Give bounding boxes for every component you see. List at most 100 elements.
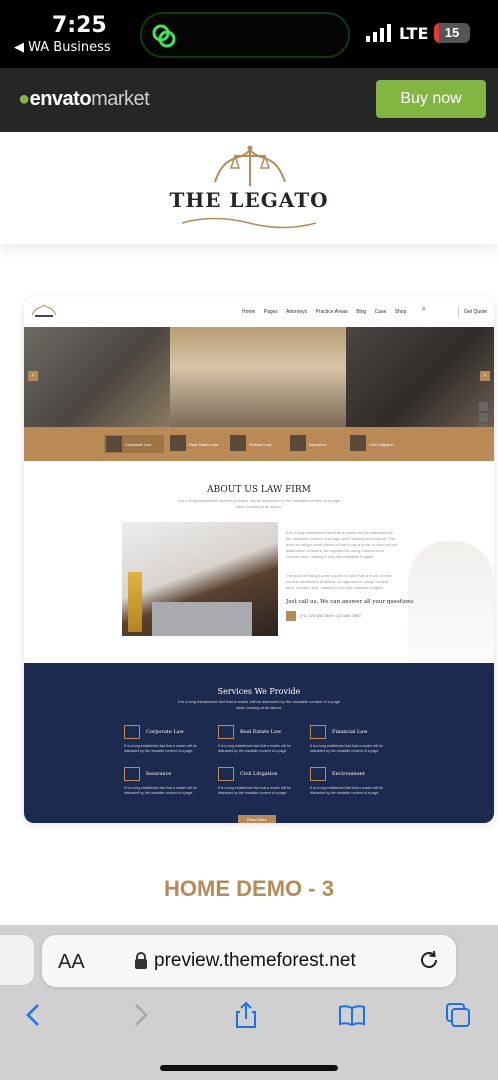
service-title: Real Estate Law <box>240 729 282 735</box>
justice-watermark <box>408 541 494 663</box>
web-page: THE LEGATO Home Pages Attorneys Practice… <box>0 132 498 925</box>
insurance-icon <box>124 767 140 781</box>
preview-menu-pages[interactable]: Pages <box>264 309 278 315</box>
category-label: Insurance <box>309 442 327 447</box>
chevron-right-icon <box>135 1004 148 1026</box>
service-desc: It is a long established fact that a rea… <box>310 786 383 795</box>
preview-quote-button[interactable]: Get Quote <box>458 306 487 318</box>
back-to-app-link[interactable]: ◀ WA Business <box>14 40 111 55</box>
preview-menu-attorneys[interactable]: Attorneys <box>286 309 307 315</box>
about-phone-number[interactable]: (+1) 123 456 7890 / 123 456 7890 <box>300 613 361 618</box>
reload-icon[interactable] <box>418 949 440 971</box>
service-title: Corporate Law <box>146 729 184 735</box>
about-paragraph: It is a long established fact that a rea… <box>286 530 397 559</box>
home-indicator[interactable] <box>160 1065 338 1071</box>
service-desc: It is a long established fact that a rea… <box>218 744 291 753</box>
bottom-toolbar <box>0 995 498 1039</box>
signal-icon <box>366 24 391 42</box>
hero-panel-gavel <box>346 327 494 427</box>
environment-icon <box>310 767 326 781</box>
service-title: Financial Law <box>332 729 368 735</box>
theme-preview-card[interactable]: Home Pages Attorneys Practice Areas Blog… <box>24 297 494 823</box>
url-domain[interactable]: preview.themeforest.net <box>154 950 356 972</box>
hero-panel-scales <box>24 327 170 427</box>
services-subtitle: It is a long established fact that a rea… <box>177 699 341 710</box>
category-thumb <box>290 435 306 451</box>
share-icon <box>236 1001 256 1028</box>
brand-header: THE LEGATO <box>0 132 498 244</box>
flourish-ornament <box>181 217 317 229</box>
envato-logo[interactable]: ●envatomarket <box>18 88 150 111</box>
service-desc: It is a long established fact that a rea… <box>124 744 197 753</box>
preview-search-icon[interactable]: ⌕ <box>422 306 426 314</box>
read-more-button[interactable]: Read More <box>238 815 276 823</box>
category-item[interactable]: Corporate Law <box>104 435 164 453</box>
envato-logo-bold: envato <box>29 88 92 110</box>
about-title: ABOUT US LAW FIRM <box>207 485 311 495</box>
justice-statue <box>128 572 142 632</box>
service-title: Environment <box>332 771 365 777</box>
category-thumb <box>230 435 246 451</box>
real-estate-icon <box>218 725 234 739</box>
preview-menu-home[interactable]: Home <box>242 309 255 315</box>
back-button[interactable] <box>16 995 52 1035</box>
share-button[interactable] <box>228 995 264 1035</box>
bookmarks-button[interactable] <box>334 995 370 1035</box>
category-thumb <box>350 435 366 451</box>
about-subtitle: It is a long established fact that a rea… <box>177 498 341 509</box>
preview-menu-blog[interactable]: Blog <box>356 309 366 315</box>
buy-now-button[interactable]: Buy now <box>376 80 486 118</box>
category-strip: Corporate Law Real Estate Law Finance La… <box>24 427 494 461</box>
preview-menu-case[interactable]: Case <box>375 309 387 315</box>
chevron-left-icon <box>26 1004 39 1026</box>
service-title: Insurance <box>146 771 172 777</box>
lock-icon <box>135 952 147 969</box>
financial-law-icon <box>310 725 326 739</box>
address-bar[interactable]: AA preview.themeforest.net <box>42 935 456 987</box>
category-label: Finance Law <box>249 442 272 447</box>
category-thumb <box>170 435 186 451</box>
slider-prev-icon[interactable]: ‹ <box>28 371 38 381</box>
service-desc: It is a long established fact that a rea… <box>310 744 383 753</box>
civil-litigation-icon <box>218 767 234 781</box>
brand-title: THE LEGATO <box>169 188 329 212</box>
tabs-button[interactable] <box>440 995 476 1035</box>
category-thumb <box>106 436 122 452</box>
link-icon <box>152 24 176 48</box>
preview-navbar: Home Pages Attorneys Practice Areas Blog… <box>24 297 494 327</box>
services-title: Services We Provide <box>217 687 301 696</box>
network-type: LTE <box>399 24 429 43</box>
category-label: Civil Litigation <box>369 442 394 447</box>
slider-next-icon[interactable]: › <box>480 371 490 381</box>
about-paragraph-2: The point of using Lorem Ipsum is that i… <box>286 573 392 590</box>
forward-button[interactable] <box>122 995 158 1035</box>
preview-menu: Home Pages Attorneys Practice Areas Blog… <box>242 309 413 315</box>
book-icon <box>339 1005 365 1027</box>
envato-header: ●envatomarket Buy now <box>0 68 498 132</box>
safari-toolbar: AA preview.themeforest.net <box>0 925 498 1080</box>
preview-menu-shop[interactable]: Shop <box>395 309 407 315</box>
category-label: Corporate Law <box>125 442 152 447</box>
services-section: Services We Provide It is a long establi… <box>24 663 494 823</box>
preview-menu-practice[interactable]: Practice Areas <box>316 309 348 315</box>
category-label: Real Estate Law <box>189 442 219 447</box>
leaf-icon: ● <box>18 88 30 110</box>
about-photo <box>122 522 278 636</box>
laptop <box>152 602 252 636</box>
corporate-law-icon <box>124 725 140 739</box>
social-icon[interactable] <box>479 413 488 422</box>
battery-icon: 15 <box>434 23 470 43</box>
reader-aa-button[interactable]: AA <box>58 951 85 974</box>
service-title: Civil Litigation <box>240 771 278 777</box>
status-time: 7:25 <box>52 13 107 38</box>
about-call-heading: Just call us. We can answer all your que… <box>286 599 414 605</box>
about-section: ABOUT US LAW FIRM It is a long establish… <box>24 461 494 663</box>
social-icon[interactable] <box>479 402 488 411</box>
scales-emblem-icon <box>214 145 286 186</box>
demo-title[interactable]: HOME DEMO - 3 <box>0 876 498 902</box>
preview-logo[interactable] <box>29 303 59 319</box>
tabs-icon <box>446 1003 470 1027</box>
dynamic-island <box>140 12 350 58</box>
status-bar: 7:25 ◀ WA Business LTE 15 <box>0 0 498 68</box>
previous-tab-preview[interactable] <box>0 935 34 985</box>
